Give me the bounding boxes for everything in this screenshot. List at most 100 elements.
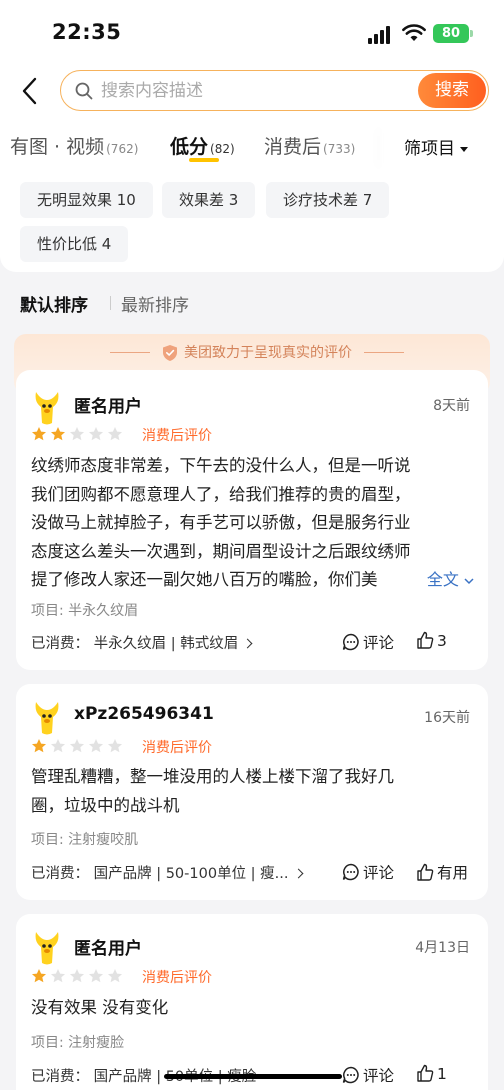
search-input[interactable] bbox=[101, 77, 401, 105]
thumbs-up-icon bbox=[417, 631, 434, 649]
search-button[interactable]: 搜索 bbox=[418, 73, 486, 108]
tab-after-purchase[interactable]: 消费后 (733) bbox=[264, 132, 355, 159]
star-filled-icon bbox=[32, 739, 46, 753]
comment-button[interactable]: 评论 bbox=[342, 1064, 394, 1086]
consumed-items[interactable]: 已消费： 半永久纹眉 | 韩式纹眉 bbox=[31, 632, 253, 653]
review-date: 16天前 bbox=[424, 710, 470, 726]
tag-chip[interactable]: 效果差 3 bbox=[162, 182, 256, 218]
battery-icon: 80 bbox=[433, 24, 469, 43]
like-button[interactable]: 1 bbox=[416, 1064, 447, 1083]
like-button[interactable]: 有用 bbox=[416, 861, 468, 883]
review-card[interactable]: 匿名用户 8天前 消费后评价 纹绣师态度非常差，下午去的没什么人，但是一听说 我… bbox=[16, 370, 488, 670]
sort-default[interactable]: 默认排序 bbox=[20, 291, 88, 316]
banner-line-left bbox=[110, 352, 150, 353]
tab-count: (733) bbox=[323, 142, 356, 156]
expand-full-text[interactable]: 全文 bbox=[422, 566, 474, 590]
review-project: 项目: 半永久纹眉 bbox=[31, 603, 139, 619]
review-card[interactable]: xPz265496341 16天前 消费后评价 管理乱糟糟，整一堆没用的人楼上楼… bbox=[16, 684, 488, 900]
status-time: 22:35 bbox=[52, 20, 122, 44]
avatar-mascot-icon bbox=[35, 932, 59, 965]
back-arrow-icon[interactable] bbox=[18, 76, 42, 106]
star-empty-icon bbox=[70, 969, 84, 983]
review-text-line: 圈，垃圾中的战斗机 bbox=[31, 795, 180, 815]
review-date: 8天前 bbox=[433, 398, 470, 414]
review-project: 项目: 注射瘦咬肌 bbox=[31, 832, 139, 848]
banner-line-right bbox=[364, 352, 404, 353]
review-type-tag: 消费后评价 bbox=[142, 740, 212, 756]
tag-chip[interactable]: 诊疗技术差 7 bbox=[266, 182, 390, 218]
comment-button[interactable]: 评论 bbox=[342, 631, 394, 653]
wifi-icon bbox=[402, 24, 426, 41]
review-text-line: 态度这么差头一次遇到，期间眉型设计之后跟纹绣师 bbox=[31, 541, 411, 561]
tag-chip[interactable]: 性价比低 4 bbox=[20, 226, 129, 262]
consumed-text: 已消费： 国产品牌 | 50-100单位 | 瘦... bbox=[31, 866, 289, 882]
comment-button[interactable]: 评论 bbox=[342, 861, 394, 883]
tab-label: 低分 bbox=[170, 136, 209, 158]
header-panel: 22:35 80 搜索 有图 · 视频(762) 低分(82) 消费后(733) bbox=[0, 0, 504, 272]
sort-divider bbox=[110, 296, 111, 310]
star-empty-icon bbox=[89, 739, 103, 753]
tab-count: (762) bbox=[106, 142, 139, 156]
shield-check-icon bbox=[163, 345, 177, 361]
reviewer-name[interactable]: 匿名用户 bbox=[74, 392, 142, 417]
star-empty-icon bbox=[89, 969, 103, 983]
tab-label: 有图 · 视频 bbox=[10, 136, 105, 158]
tag-chip[interactable]: 无明显效果 10 bbox=[20, 182, 153, 218]
expand-label: 全文 bbox=[426, 570, 459, 589]
active-tab-indicator bbox=[189, 158, 219, 162]
tab-label: 消费后 bbox=[264, 136, 322, 158]
star-empty-icon bbox=[89, 427, 103, 441]
like-count: 3 bbox=[437, 632, 447, 650]
banner-text: 美团致力于呈现真实的评价 bbox=[184, 345, 352, 361]
review-text-line: 管理乱糟糟，整一堆没用的人楼上楼下溜了我好几 bbox=[31, 767, 394, 786]
star-empty-icon bbox=[51, 739, 65, 753]
comment-icon bbox=[342, 1066, 359, 1084]
caret-down-icon bbox=[460, 146, 468, 152]
tab-low-score[interactable]: 低分 (82) bbox=[170, 132, 235, 159]
tab-photo-video[interactable]: 有图 · 视频 (762) bbox=[10, 132, 138, 159]
star-filled-icon bbox=[51, 427, 65, 441]
filter-project-button[interactable]: 筛项目 bbox=[404, 134, 468, 159]
review-card[interactable]: 匿名用户 4月13日 消费后评价 没有效果 没有变化 项目: 注射瘦脸 已消费：… bbox=[16, 914, 488, 1090]
review-text: 管理乱糟糟，整一堆没用的人楼上楼下溜了我好几 圈，垃圾中的战斗机 bbox=[31, 763, 473, 820]
star-empty-icon bbox=[70, 739, 84, 753]
comment-label: 评论 bbox=[363, 634, 395, 652]
filter-label: 筛项目 bbox=[404, 139, 455, 159]
comment-label: 评论 bbox=[363, 864, 395, 882]
review-project: 项目: 注射瘦脸 bbox=[31, 1035, 125, 1051]
like-label: 有用 bbox=[437, 864, 469, 882]
review-date: 4月13日 bbox=[415, 940, 470, 956]
reviewer-name[interactable]: xPz265496341 bbox=[74, 704, 214, 724]
consumed-items[interactable]: 已消费： 国产品牌 | 50-100单位 | 瘦... bbox=[31, 862, 303, 883]
review-text-line: 我们团购都不愿意理人了，给我们推荐的贵的眉型， bbox=[31, 484, 411, 504]
thumbs-up-icon bbox=[417, 1064, 434, 1082]
sort-latest[interactable]: 最新排序 bbox=[121, 291, 189, 316]
thumbs-up-icon bbox=[417, 863, 434, 881]
chevron-right-icon bbox=[242, 638, 253, 649]
search-icon bbox=[75, 82, 93, 100]
cellular-signal-icon bbox=[368, 26, 394, 44]
avatar-mascot-icon bbox=[35, 392, 59, 425]
star-filled-icon bbox=[32, 427, 46, 441]
filter-divider bbox=[382, 128, 383, 168]
star-filled-icon bbox=[32, 969, 46, 983]
star-empty-icon bbox=[70, 427, 84, 441]
like-count: 1 bbox=[437, 1065, 447, 1083]
review-text: 没有效果 没有变化 bbox=[31, 994, 473, 1023]
review-type-tag: 消费后评价 bbox=[142, 428, 212, 444]
search-bar[interactable]: 搜索 bbox=[60, 70, 489, 111]
reviewer-name[interactable]: 匿名用户 bbox=[74, 934, 142, 959]
comment-icon bbox=[342, 863, 359, 881]
review-type-tag: 消费后评价 bbox=[142, 970, 212, 986]
like-button[interactable]: 3 bbox=[416, 631, 447, 650]
status-bar: 22:35 80 bbox=[0, 0, 504, 64]
chevron-down-icon bbox=[464, 578, 474, 585]
star-empty-icon bbox=[108, 969, 122, 983]
review-text-line: 没做马上就掉脸子，有手艺可以骄傲，但是服务行业 bbox=[31, 513, 411, 532]
review-text-line: 纹绣师态度非常差，下午去的没什么人，但是一听说 bbox=[31, 456, 411, 475]
tab-count: (82) bbox=[210, 142, 235, 156]
star-empty-icon bbox=[108, 739, 122, 753]
home-indicator[interactable] bbox=[164, 1074, 342, 1079]
avatar-mascot-icon bbox=[35, 702, 59, 735]
comment-icon bbox=[342, 633, 359, 651]
